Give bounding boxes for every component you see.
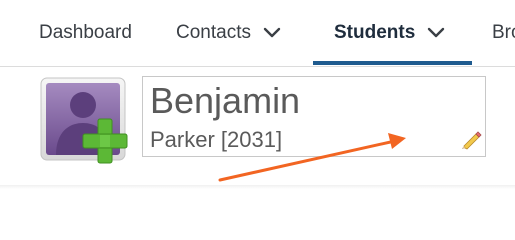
nav-item-contacts[interactable]: Contacts (176, 0, 283, 66)
nav-item-dashboard[interactable]: Dashboard (39, 0, 132, 66)
student-first-name: Benjamin (150, 80, 301, 121)
add-contact-avatar-icon[interactable] (40, 77, 136, 173)
chevron-down-icon[interactable] (425, 22, 447, 44)
pencil-icon[interactable] (459, 127, 483, 151)
chevron-down-icon[interactable] (261, 22, 283, 44)
nav-item-label: Dashboard (39, 22, 132, 43)
nav-item-students[interactable]: Students (334, 0, 447, 66)
nav-item-browse[interactable]: Bro (492, 0, 515, 66)
active-tab-indicator (313, 61, 472, 65)
student-name-box: Benjamin Parker [2031] (142, 76, 486, 157)
nav-item-label: Contacts (176, 22, 251, 43)
student-last-name-id: Parker [2031] (150, 127, 283, 152)
top-navigation-bar: Dashboard Contacts Students Bro (0, 0, 515, 67)
nav-item-label: Students (334, 22, 416, 43)
section-divider (0, 185, 515, 189)
nav-item-label: Bro (492, 22, 515, 43)
